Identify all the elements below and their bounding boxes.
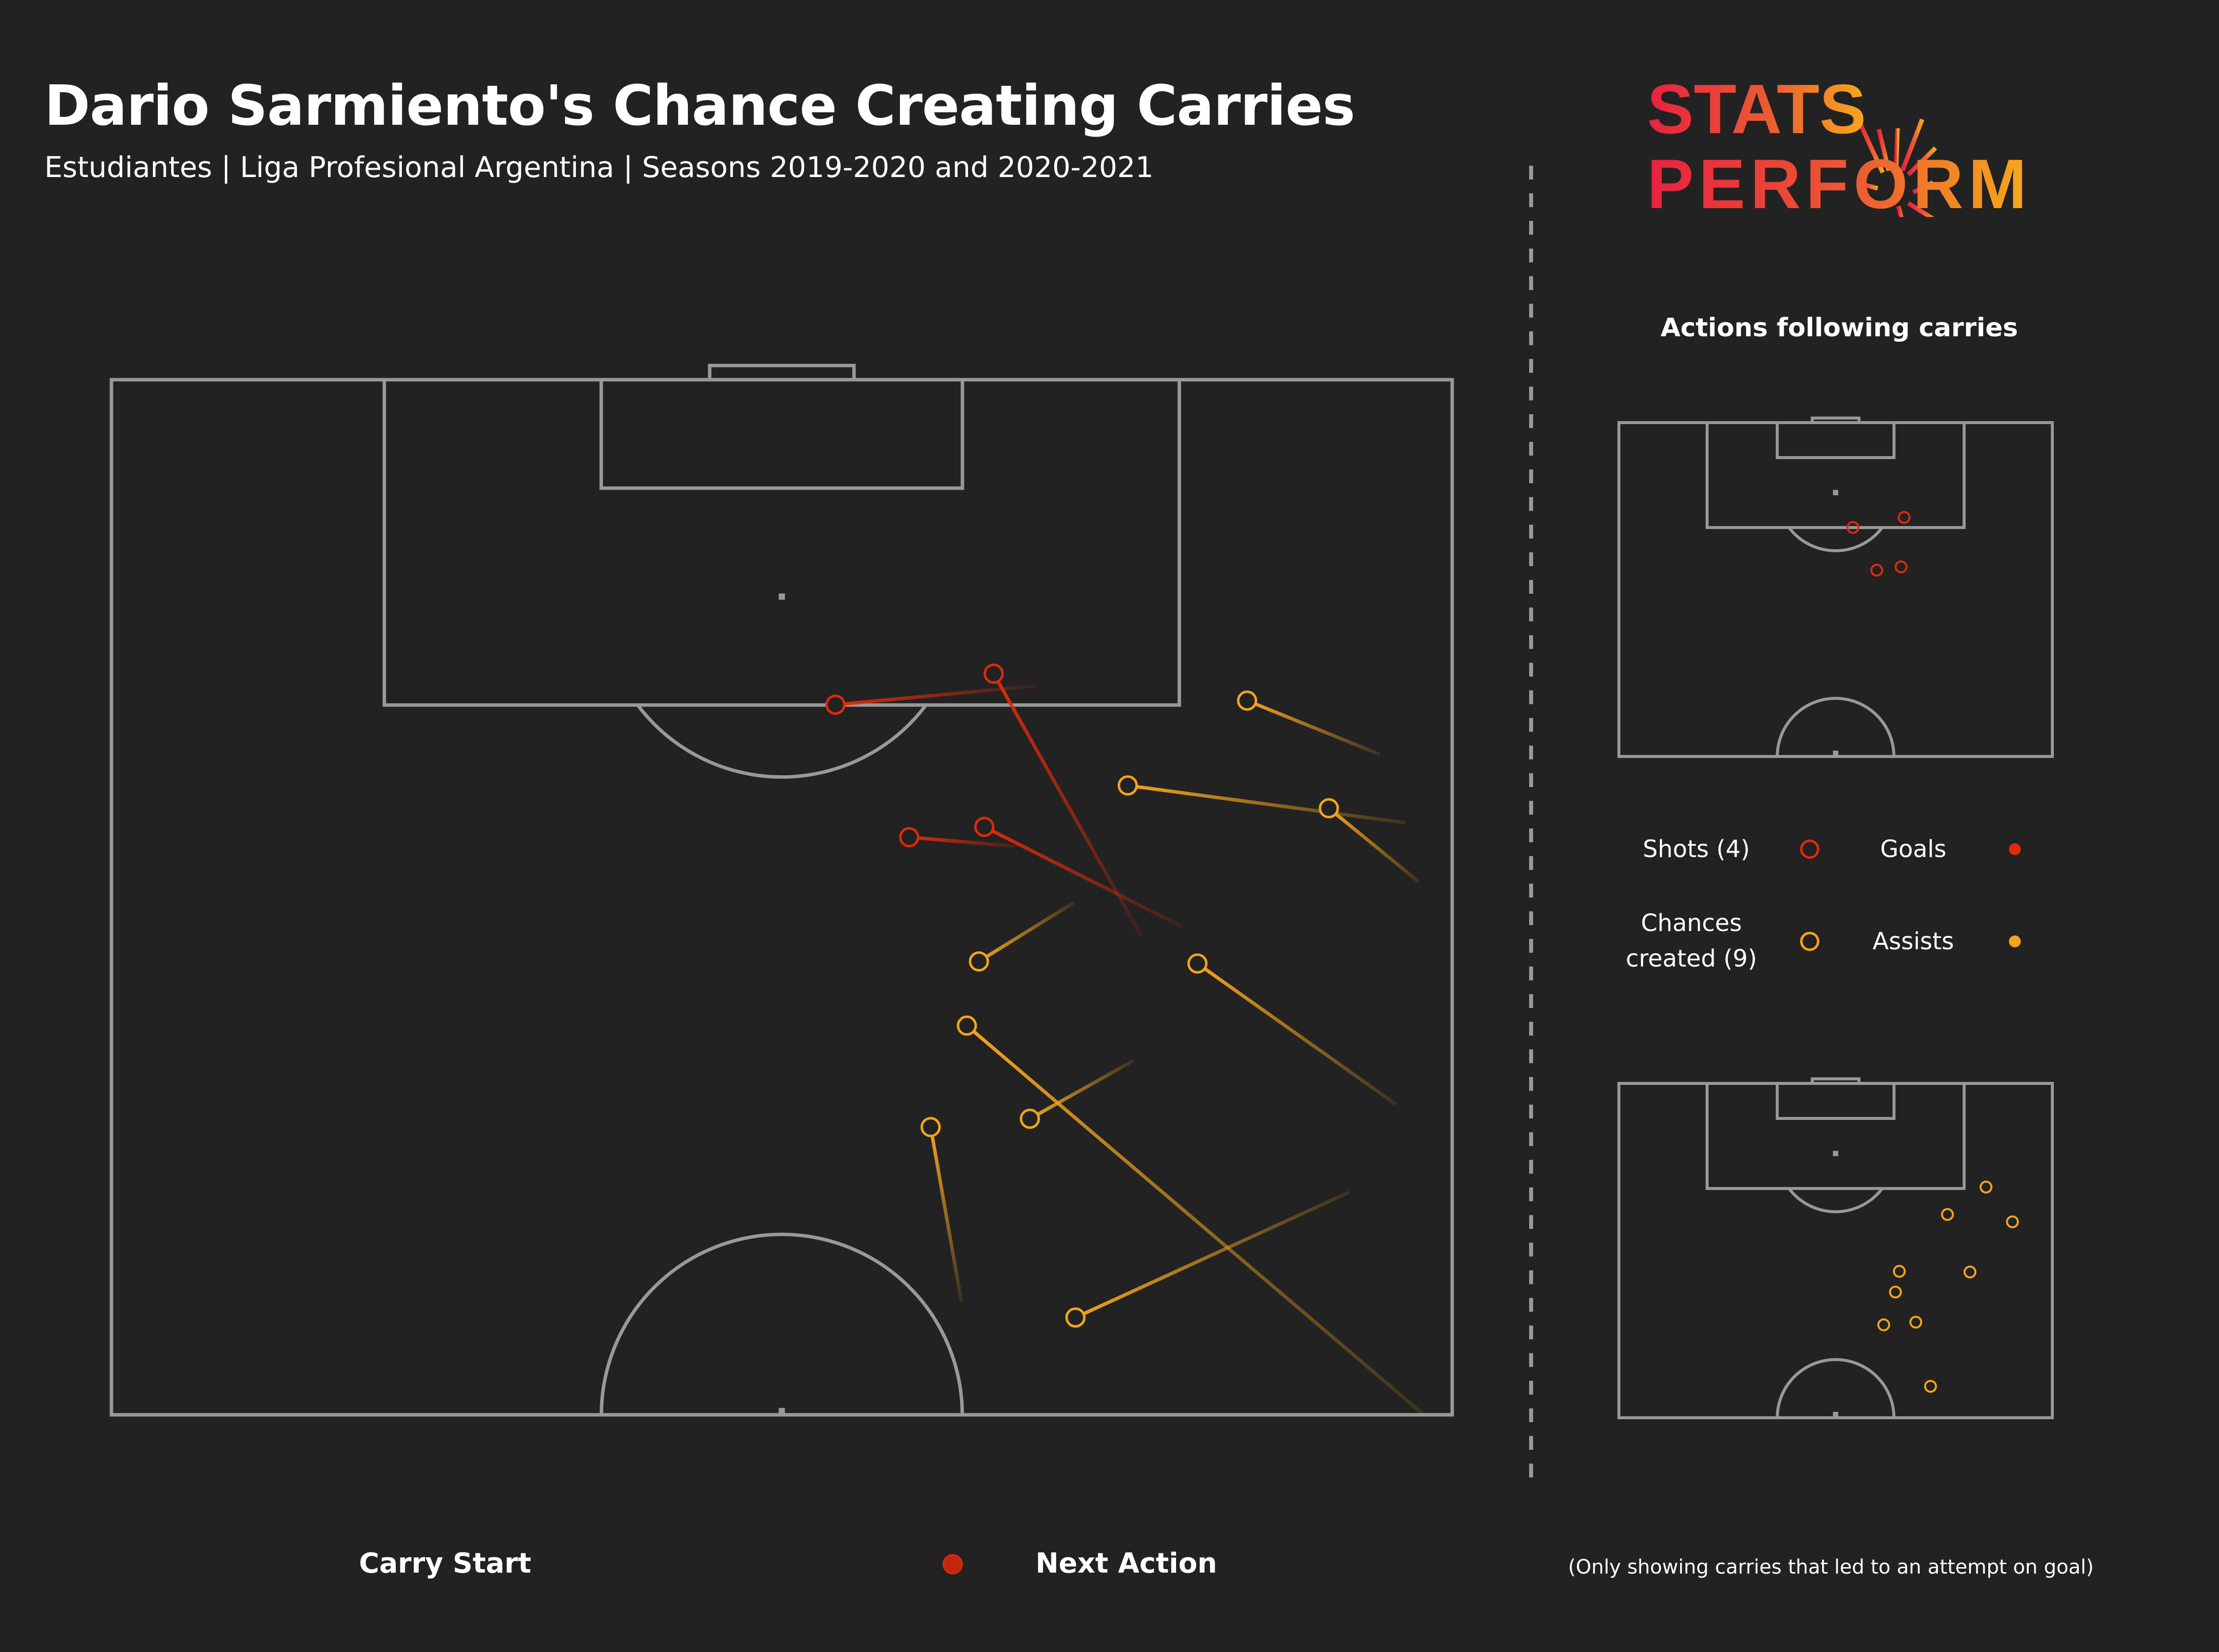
centre-spot bbox=[1833, 1412, 1838, 1418]
six-yard-box bbox=[599, 378, 965, 490]
next-action-label: Next Action bbox=[1036, 1547, 1217, 1580]
chance-carry-line bbox=[929, 1126, 964, 1302]
legend-chances-label: Chances created (9) bbox=[1622, 905, 1760, 976]
carry bbox=[968, 901, 1075, 972]
carries-layer bbox=[825, 663, 1424, 1415]
legend-chances-line1: Chances bbox=[1641, 909, 1742, 937]
mini-shot-marker bbox=[1870, 564, 1884, 577]
shot-marker bbox=[983, 663, 1004, 684]
chance-carry-line bbox=[1074, 1190, 1350, 1319]
centre-circle-arc bbox=[1776, 697, 1896, 757]
mini-chance-marker bbox=[1889, 1286, 1902, 1299]
shot-carry-line bbox=[983, 825, 1182, 928]
penalty-spot bbox=[779, 593, 785, 600]
chance-carry-line bbox=[1029, 1059, 1134, 1120]
six-yard-box bbox=[1776, 1082, 1896, 1120]
mini-chance-marker bbox=[1893, 1265, 1906, 1278]
chance-marker bbox=[957, 1015, 977, 1036]
mini-chance-marker bbox=[1924, 1380, 1937, 1393]
mini-chance-marker bbox=[2006, 1215, 2019, 1228]
chance-marker bbox=[1319, 798, 1339, 819]
centre-spot bbox=[779, 1408, 785, 1415]
centre-circle-arc bbox=[600, 1232, 964, 1415]
pitch-chart bbox=[109, 363, 2054, 1575]
penalty-spot bbox=[1833, 1150, 1838, 1156]
carry bbox=[1237, 690, 1381, 756]
carry bbox=[957, 1015, 1424, 1415]
footnote: (Only showing carries that led to an att… bbox=[1568, 1556, 2094, 1579]
penalty-arc bbox=[1788, 1187, 1884, 1214]
carry bbox=[920, 1116, 964, 1302]
mini-chance-marker bbox=[1979, 1181, 1993, 1194]
chance-carry-line bbox=[1196, 962, 1397, 1106]
chance-marker bbox=[920, 1116, 941, 1137]
pitch-outline bbox=[1617, 1082, 2054, 1419]
goal bbox=[1811, 1077, 1861, 1085]
legend-chance-marker-icon bbox=[1800, 932, 1820, 951]
centre-circle-arc bbox=[1776, 1358, 1896, 1418]
shot-marker bbox=[974, 817, 995, 837]
penalty-area bbox=[1705, 421, 1966, 529]
mini-shot-marker bbox=[1897, 511, 1911, 524]
chance-carry-line bbox=[1246, 699, 1381, 756]
penalty-area bbox=[1705, 1082, 1966, 1190]
chance-marker bbox=[1187, 953, 1208, 974]
penalty-spot bbox=[1833, 490, 1838, 496]
mini-shot-marker bbox=[1895, 560, 1908, 574]
carry bbox=[1117, 775, 1406, 825]
shot-carry-line bbox=[909, 835, 1020, 849]
carry bbox=[974, 817, 1182, 928]
chance-carry-line bbox=[978, 901, 1075, 963]
chances-mini-pitch bbox=[1617, 1077, 2054, 1419]
mini-chance-marker bbox=[1909, 1316, 1923, 1329]
mini-chance-marker bbox=[1963, 1265, 1976, 1279]
chance-carry-line bbox=[966, 1024, 1424, 1415]
chance-marker bbox=[1020, 1109, 1040, 1129]
penalty-arc bbox=[1788, 526, 1884, 552]
legend-assists-label: Assists bbox=[1872, 928, 1954, 955]
chance-marker bbox=[1237, 690, 1257, 711]
legend-assist-marker-icon bbox=[2009, 935, 2021, 947]
shots-mini-pitch bbox=[1617, 416, 2054, 758]
penalty-area bbox=[382, 378, 1181, 707]
carry bbox=[1187, 953, 1397, 1106]
carry-start-label: Carry Start bbox=[359, 1547, 532, 1580]
shot-marker bbox=[825, 694, 846, 715]
six-yard-box bbox=[1776, 421, 1896, 459]
goal bbox=[708, 363, 856, 382]
goal bbox=[1811, 416, 1861, 425]
chance-carry-line bbox=[1127, 784, 1406, 825]
mini-chance-marker bbox=[1877, 1318, 1891, 1331]
legend-goal-marker-icon bbox=[2009, 843, 2021, 855]
legend-shots-label: Shots (4) bbox=[1643, 835, 1750, 863]
carry bbox=[899, 827, 1020, 849]
chance-marker bbox=[1117, 775, 1138, 796]
penalty-arc bbox=[636, 704, 928, 779]
main-pitch bbox=[109, 363, 1454, 1417]
mini-chance-marker bbox=[1941, 1208, 1954, 1221]
pitch-outline bbox=[109, 378, 1454, 1417]
legend-goals-label: Goals bbox=[1880, 835, 1947, 863]
carry-legend-end-marker bbox=[942, 1554, 963, 1575]
centre-spot bbox=[1833, 751, 1838, 756]
shot-marker bbox=[899, 827, 920, 848]
pitch-outline bbox=[1617, 421, 2054, 758]
legend-shot-marker-icon bbox=[1800, 839, 1820, 859]
chance-marker bbox=[1065, 1307, 1086, 1328]
chance-marker bbox=[968, 951, 989, 972]
carry bbox=[1065, 1190, 1350, 1328]
carry bbox=[1319, 798, 1420, 883]
legend-chances-line2: created (9) bbox=[1625, 945, 1757, 972]
